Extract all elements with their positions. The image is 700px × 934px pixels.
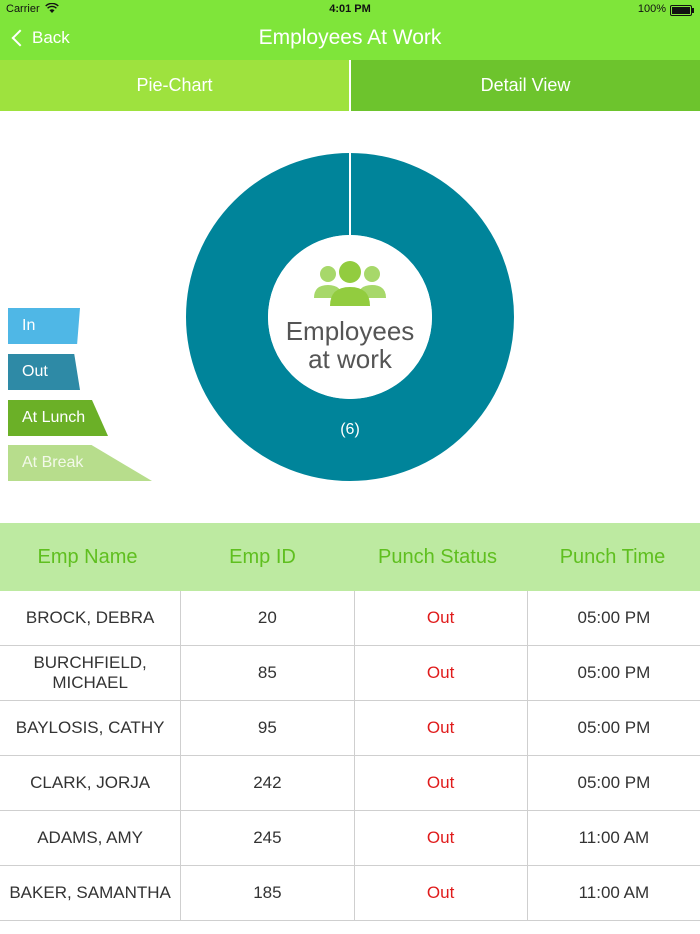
cell-emp-id: 20: [180, 591, 353, 645]
cell-punch-status: Out: [353, 591, 527, 645]
legend-item-at-lunch[interactable]: At Lunch: [8, 400, 108, 436]
header-emp-id[interactable]: Emp ID: [175, 523, 350, 591]
cell-punch-time: 05:00 PM: [526, 756, 700, 810]
center-text-line1: Employees: [285, 316, 415, 346]
legend-label-in: In: [22, 317, 36, 334]
cell-punch-time: 05:00 PM: [526, 646, 700, 700]
cell-emp-name: ADAMS, AMY: [37, 828, 144, 847]
table-row[interactable]: ADAMS, AMY 245 Out 11:00 AM: [0, 811, 700, 866]
chart-area: In Out At Lunch At Break Employees at wo…: [0, 111, 700, 523]
cell-punch-status: Out: [353, 756, 527, 810]
legend-label-at-lunch: At Lunch: [22, 409, 86, 426]
cell-punch-time: 05:00 PM: [526, 701, 700, 755]
legend-label-out: Out: [22, 363, 48, 380]
slice-value-label: (6): [340, 421, 360, 438]
header-emp-name[interactable]: Emp Name: [0, 523, 175, 591]
cell-emp-id: 185: [180, 866, 353, 920]
cell-emp-id: 242: [180, 756, 353, 810]
navigation-bar: Carrier 4:01 PM 100% Back Employees At W…: [0, 0, 700, 60]
view-tabs: Pie-Chart Detail View: [0, 60, 700, 111]
battery-icon: [670, 5, 694, 16]
cell-emp-name: BROCK, DEBRA: [25, 608, 155, 627]
header-punch-time[interactable]: Punch Time: [525, 523, 700, 591]
cell-punch-time: 11:00 AM: [526, 811, 700, 865]
cell-emp-name: BAKER, SAMANTHA: [9, 883, 171, 902]
legend-label-at-break: At Break: [22, 454, 84, 471]
clock: 4:01 PM: [329, 3, 371, 15]
tab-detail-view[interactable]: Detail View: [349, 60, 700, 111]
legend-item-out[interactable]: Out: [8, 354, 80, 390]
cell-punch-status: Out: [353, 646, 527, 700]
battery-percent: 100%: [637, 3, 666, 15]
table-row[interactable]: BAKER, SAMANTHA 185 Out 11:00 AM: [0, 866, 700, 921]
cell-punch-status: Out: [353, 811, 527, 865]
cell-emp-name: CLARK, JORJA: [30, 773, 151, 792]
cell-punch-time: 05:00 PM: [526, 591, 700, 645]
cell-emp-name: BAYLOSIS, CATHY: [15, 718, 165, 737]
cell-punch-status: Out: [353, 701, 527, 755]
cell-emp-id: 245: [180, 811, 353, 865]
legend-item-in[interactable]: In: [8, 308, 80, 344]
center-text-line2: at work: [308, 344, 392, 374]
status-bar: Carrier 4:01 PM 100%: [0, 0, 700, 20]
header-punch-status[interactable]: Punch Status: [350, 523, 525, 591]
tab-pie-chart[interactable]: Pie-Chart: [0, 60, 349, 111]
cell-punch-time: 11:00 AM: [526, 866, 700, 920]
cell-punch-status: Out: [353, 866, 527, 920]
cell-emp-name: BURCHFIELD, MICHAEL: [33, 653, 147, 692]
page-title: Employees At Work: [258, 26, 442, 49]
table-row[interactable]: BROCK, DEBRA 20 Out 05:00 PM: [0, 591, 700, 646]
employee-table: Emp Name Emp ID Punch Status Punch Time …: [0, 523, 700, 921]
cell-emp-id: 85: [180, 646, 353, 700]
table-row[interactable]: BURCHFIELD, MICHAEL 85 Out 05:00 PM: [0, 646, 700, 701]
table-row[interactable]: BAYLOSIS, CATHY 95 Out 05:00 PM: [0, 701, 700, 756]
table-row[interactable]: CLARK, JORJA 242 Out 05:00 PM: [0, 756, 700, 811]
table-header: Emp Name Emp ID Punch Status Punch Time: [0, 523, 700, 591]
chart-center-text: Employees at work: [250, 317, 450, 373]
cell-emp-id: 95: [180, 701, 353, 755]
group-people-icon: [312, 258, 388, 312]
